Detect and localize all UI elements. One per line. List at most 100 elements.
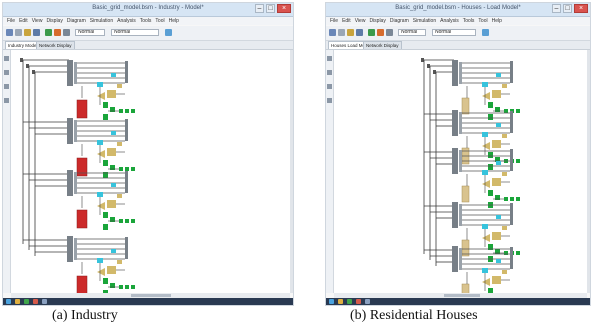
window-controls: – □ ×	[255, 4, 291, 15]
side-tool-icon[interactable]	[4, 70, 9, 75]
menu-tool[interactable]: Tool	[478, 17, 487, 25]
menu-display[interactable]: Display	[369, 17, 385, 25]
maximize-button[interactable]: □	[266, 4, 275, 13]
tab-network-display[interactable]: Network Display	[363, 41, 402, 49]
secondary-busbar	[510, 149, 513, 171]
side-tool-icon[interactable]	[4, 56, 9, 61]
vertical-scrollbar[interactable]	[587, 50, 590, 293]
select-tool-icon[interactable]	[329, 29, 336, 36]
breaker-column	[74, 120, 77, 142]
taskbar-app-icon[interactable]	[356, 299, 361, 304]
zoom-icon[interactable]	[386, 29, 393, 36]
taskbar-app-icon[interactable]	[33, 299, 38, 304]
menu-display[interactable]: Display	[46, 17, 62, 25]
menu-help[interactable]: Help	[492, 17, 502, 25]
side-tool-icon[interactable]	[4, 84, 9, 89]
menu-view[interactable]: View	[355, 17, 366, 25]
output-port	[516, 109, 520, 113]
menu-tools[interactable]: Tools	[140, 17, 152, 25]
grid-icon[interactable]	[338, 29, 345, 36]
menu-bar: File Edit View Display Diagram Simulatio…	[326, 17, 590, 25]
run-icon[interactable]	[45, 29, 52, 36]
menu-diagram[interactable]: Diagram	[67, 17, 86, 25]
run-icon[interactable]	[368, 29, 375, 36]
maximize-button[interactable]: □	[563, 4, 572, 13]
constant-block	[502, 134, 507, 138]
side-tool-icon[interactable]	[327, 56, 332, 61]
menu-tool[interactable]: Tool	[155, 17, 164, 25]
save-icon[interactable]	[33, 29, 40, 36]
taskbar-app-icon[interactable]	[24, 299, 29, 304]
side-tool-icon[interactable]	[327, 98, 332, 103]
taskbar-app-icon[interactable]	[15, 299, 20, 304]
stop-icon[interactable]	[377, 29, 384, 36]
grid-icon[interactable]	[15, 29, 22, 36]
switch-block	[103, 278, 108, 284]
menu-edit[interactable]: Edit	[342, 17, 351, 25]
stop-icon[interactable]	[54, 29, 61, 36]
scale-select[interactable]: Normal	[432, 29, 476, 36]
menu-edit[interactable]: Edit	[19, 17, 28, 25]
diagram-canvas[interactable]	[11, 50, 290, 295]
close-button[interactable]: ×	[574, 4, 588, 13]
minimize-button[interactable]: –	[552, 4, 561, 13]
output-port	[504, 197, 508, 201]
help-icon[interactable]	[482, 29, 489, 36]
tab-network-display[interactable]: Network Display	[36, 41, 75, 49]
close-button[interactable]: ×	[277, 4, 291, 13]
menu-analysis[interactable]: Analysis	[440, 17, 459, 25]
menu-analysis[interactable]: Analysis	[117, 17, 136, 25]
secondary-busbar	[510, 111, 513, 133]
select-tool-icon[interactable]	[6, 29, 13, 36]
diagram-canvas[interactable]	[334, 50, 587, 295]
tab-bar: Houses Load Model Network Display	[326, 41, 590, 50]
help-icon[interactable]	[165, 29, 172, 36]
transformer-block	[492, 178, 501, 186]
measurement-block	[111, 131, 116, 135]
switch-block	[488, 164, 493, 170]
measurement-block	[111, 183, 116, 187]
side-tool-icon[interactable]	[4, 98, 9, 103]
menu-file[interactable]: File	[7, 17, 15, 25]
menu-help[interactable]: Help	[169, 17, 179, 25]
start-icon[interactable]	[329, 299, 334, 304]
source-node	[20, 58, 23, 62]
menu-tools[interactable]: Tools	[463, 17, 475, 25]
side-tool-icon[interactable]	[327, 70, 332, 75]
start-icon[interactable]	[6, 299, 11, 304]
zoom-field[interactable]: Normal	[398, 29, 426, 36]
output-port	[119, 219, 123, 223]
save-icon[interactable]	[356, 29, 363, 36]
taskbar-app-icon[interactable]	[347, 299, 352, 304]
zoom-icon[interactable]	[63, 29, 70, 36]
switch-block	[103, 114, 108, 120]
secondary-busbar	[510, 203, 513, 225]
taskbar-app-icon[interactable]	[365, 299, 370, 304]
breaker-column	[459, 150, 462, 172]
output-port	[125, 285, 129, 289]
vertical-scrollbar[interactable]	[290, 50, 293, 293]
menu-view[interactable]: View	[32, 17, 43, 25]
output-port	[504, 109, 508, 113]
measurement-block	[97, 192, 103, 197]
taskbar-app-icon[interactable]	[42, 299, 47, 304]
open-icon[interactable]	[24, 29, 31, 36]
open-icon[interactable]	[347, 29, 354, 36]
side-tool-icon[interactable]	[327, 84, 332, 89]
main-busbar	[452, 246, 458, 272]
transformer-block	[107, 148, 116, 156]
taskbar-app-icon[interactable]	[338, 299, 343, 304]
minimize-button[interactable]: –	[255, 4, 264, 13]
menu-diagram[interactable]: Diagram	[390, 17, 409, 25]
scrollbar-thumb[interactable]	[444, 294, 480, 297]
switch-block	[488, 102, 493, 108]
scale-select[interactable]: Normal	[111, 29, 159, 36]
scrollbar-thumb[interactable]	[131, 294, 171, 297]
menu-simulation[interactable]: Simulation	[90, 17, 113, 25]
menu-file[interactable]: File	[330, 17, 338, 25]
industrial-load-block	[76, 99, 88, 119]
constant-block	[502, 84, 507, 88]
menu-simulation[interactable]: Simulation	[413, 17, 436, 25]
switch-block	[103, 212, 108, 218]
zoom-field[interactable]: Normal	[75, 29, 105, 36]
